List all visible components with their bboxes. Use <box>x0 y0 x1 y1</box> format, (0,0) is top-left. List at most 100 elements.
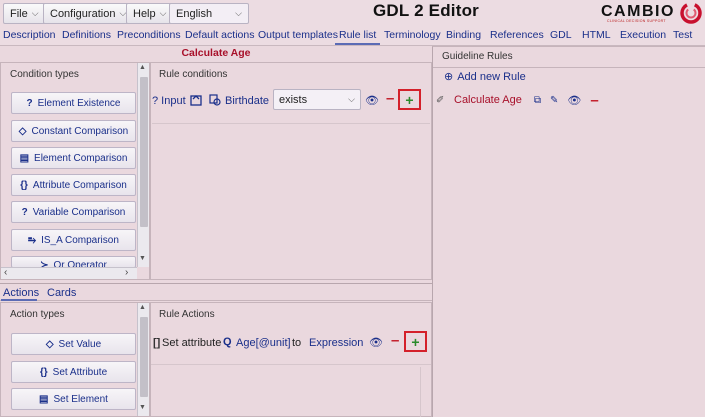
set-attribute-button[interactable]: {} Set Attribute <box>11 361 136 383</box>
scroll-up-icon[interactable]: ▲ <box>139 304 146 311</box>
document-icon: ▤ <box>39 393 49 405</box>
eye-icon[interactable]: 👁 <box>369 336 383 349</box>
operator-select[interactable]: exists ⌵ <box>273 89 361 110</box>
condition-types-vscrollbar[interactable]: ▲ ▼ <box>137 63 149 267</box>
tab-html[interactable]: HTML <box>582 29 611 41</box>
file-menu[interactable]: File ⌵ <box>3 3 46 24</box>
top-bar: File ⌵ Configuration ⌵ Help ⌵ English ⌵ … <box>0 0 705 27</box>
variable-comparison-label: Variable Comparison <box>32 206 126 218</box>
tab-terminology[interactable]: Terminology <box>384 29 441 41</box>
set-element-button[interactable]: ▤ Set Element <box>11 388 136 410</box>
question-icon: ? <box>26 97 33 109</box>
cambio-logo-icon <box>680 2 702 24</box>
set-value-button[interactable]: ◇ Set Value <box>11 333 136 355</box>
tab-binding[interactable]: Binding <box>446 29 481 41</box>
scroll-down-icon[interactable]: ▼ <box>139 255 146 262</box>
remove-action-button[interactable]: – <box>391 332 399 349</box>
scroll-left-icon[interactable]: ‹ <box>4 267 7 278</box>
attribute-link[interactable]: Age[@unit] <box>236 337 291 349</box>
drag-handle-icon[interactable]: ✐ <box>436 95 451 106</box>
editor-tabs: Description Definitions Preconditions De… <box>0 27 705 46</box>
help-menu[interactable]: Help ⌵ <box>126 3 174 24</box>
action-types-panel: Action types ◇ Set Value {} Set Attribut… <box>0 302 150 417</box>
set-attribute-prefix: Set attribute <box>162 337 222 349</box>
tab-default-actions[interactable]: Default actions <box>185 29 254 41</box>
archetype-icon[interactable] <box>190 94 202 106</box>
rule-condition-row: ? Input Birthdate exists ⌵ 👁 – + <box>152 87 430 124</box>
condition-types-header: Condition types <box>10 69 79 80</box>
braces-icon: {} <box>20 179 28 191</box>
element-existence-button[interactable]: ? Element Existence <box>11 92 136 114</box>
rule-actions-list-area <box>151 367 421 417</box>
configuration-menu[interactable]: Configuration ⌵ <box>43 3 134 24</box>
condition-types-panel: Condition types ? Element Existence ◇ Co… <box>0 62 150 280</box>
rule-list-item[interactable]: ✐ Calculate Age ⧉ ✎ 👁 – <box>436 92 701 109</box>
tab-definitions[interactable]: Definitions <box>62 29 111 41</box>
tab-output-templates[interactable]: Output templates <box>258 29 338 41</box>
add-new-rule-button[interactable]: ⊕ Add new Rule <box>444 70 526 84</box>
tab-references[interactable]: References <box>490 29 544 41</box>
guideline-rules-header: Guideline Rules <box>442 51 513 62</box>
tab-gdl[interactable]: GDL <box>550 29 572 41</box>
rule-name[interactable]: Calculate Age <box>454 94 522 106</box>
remove-rule-button[interactable]: – <box>590 92 598 109</box>
tab-actions[interactable]: Actions <box>3 287 39 299</box>
copy-icon[interactable]: ⧉ <box>534 95 541 106</box>
tab-execution[interactable]: Execution <box>620 29 666 41</box>
configuration-menu-label: Configuration <box>50 7 116 20</box>
action-types-header: Action types <box>10 309 65 320</box>
scroll-up-icon[interactable]: ▲ <box>139 64 146 71</box>
rule-actions-panel: Rule Actions [] Set attribute Q Age[@uni… <box>150 302 432 417</box>
constant-comparison-button[interactable]: ◇ Constant Comparison <box>11 120 136 142</box>
tab-rule-list[interactable]: Rule list <box>334 29 381 45</box>
condition-types-hscrollbar[interactable]: ‹ › <box>1 267 137 279</box>
to-connector: to <box>292 337 302 349</box>
add-new-rule-label: Add new Rule <box>457 70 526 83</box>
constant-comparison-label: Constant Comparison <box>31 125 129 137</box>
scroll-down-icon[interactable]: ▼ <box>139 404 146 411</box>
chevron-down-icon: ⌵ <box>348 94 355 104</box>
eye-icon[interactable]: 👁 <box>567 94 581 107</box>
diamond-icon: ◇ <box>45 338 54 350</box>
variable-comparison-button[interactable]: ? Variable Comparison <box>11 201 136 223</box>
set-value-label: Set Value <box>58 338 102 350</box>
tab-preconditions[interactable]: Preconditions <box>117 29 181 41</box>
remove-condition-button[interactable]: – <box>386 90 394 107</box>
element-comparison-label: Element Comparison <box>34 152 128 164</box>
operator-value: exists <box>279 93 308 106</box>
document-icon: ▤ <box>19 152 30 164</box>
element-existence-label: Element Existence <box>37 97 121 109</box>
tab-cards[interactable]: Cards <box>47 287 76 299</box>
birthdate-link[interactable]: Birthdate <box>225 95 269 107</box>
is-a-comparison-button[interactable]: ⥱ IS_A Comparison <box>11 229 136 251</box>
add-circle-icon: ⊕ <box>444 71 454 83</box>
language-select[interactable]: English ⌵ <box>169 3 249 24</box>
tab-description[interactable]: Description <box>3 29 56 41</box>
help-menu-label: Help <box>133 7 156 20</box>
rule-actions-header: Rule Actions <box>159 309 215 320</box>
action-types-vscrollbar[interactable]: ▲ ▼ <box>137 303 149 416</box>
add-condition-button[interactable]: + <box>398 89 421 110</box>
language-value: English <box>176 7 213 20</box>
bottom-tabs: Actions Cards <box>0 283 432 301</box>
rule-action-row: [] Set attribute Q Age[@unit] to Express… <box>151 327 431 365</box>
scroll-thumb[interactable] <box>140 77 148 227</box>
eye-icon[interactable]: 👁 <box>365 94 379 107</box>
divider <box>433 67 705 68</box>
hierarchy-icon: ⥱ <box>28 234 37 246</box>
attribute-comparison-label: Attribute Comparison <box>32 179 127 191</box>
is-a-comparison-label: IS_A Comparison <box>41 234 119 246</box>
attribute-comparison-button[interactable]: {} Attribute Comparison <box>11 174 136 196</box>
active-tab-indicator <box>1 299 37 301</box>
edit-icon[interactable]: ✎ <box>550 95 558 106</box>
scroll-thumb[interactable] <box>140 317 148 397</box>
search-element-icon[interactable]: Q <box>223 336 232 348</box>
tab-test[interactable]: Test <box>673 29 692 41</box>
chevron-down-icon: ⌵ <box>31 8 39 18</box>
expression-link[interactable]: Expression <box>309 337 363 349</box>
scroll-right-icon[interactable]: › <box>125 267 128 278</box>
element-icon <box>209 94 221 106</box>
element-comparison-button[interactable]: ▤ Element Comparison <box>11 147 136 169</box>
logo-tagline: CLINICAL DECISION SUPPORT <box>607 19 666 23</box>
add-action-button[interactable]: + <box>404 331 427 352</box>
